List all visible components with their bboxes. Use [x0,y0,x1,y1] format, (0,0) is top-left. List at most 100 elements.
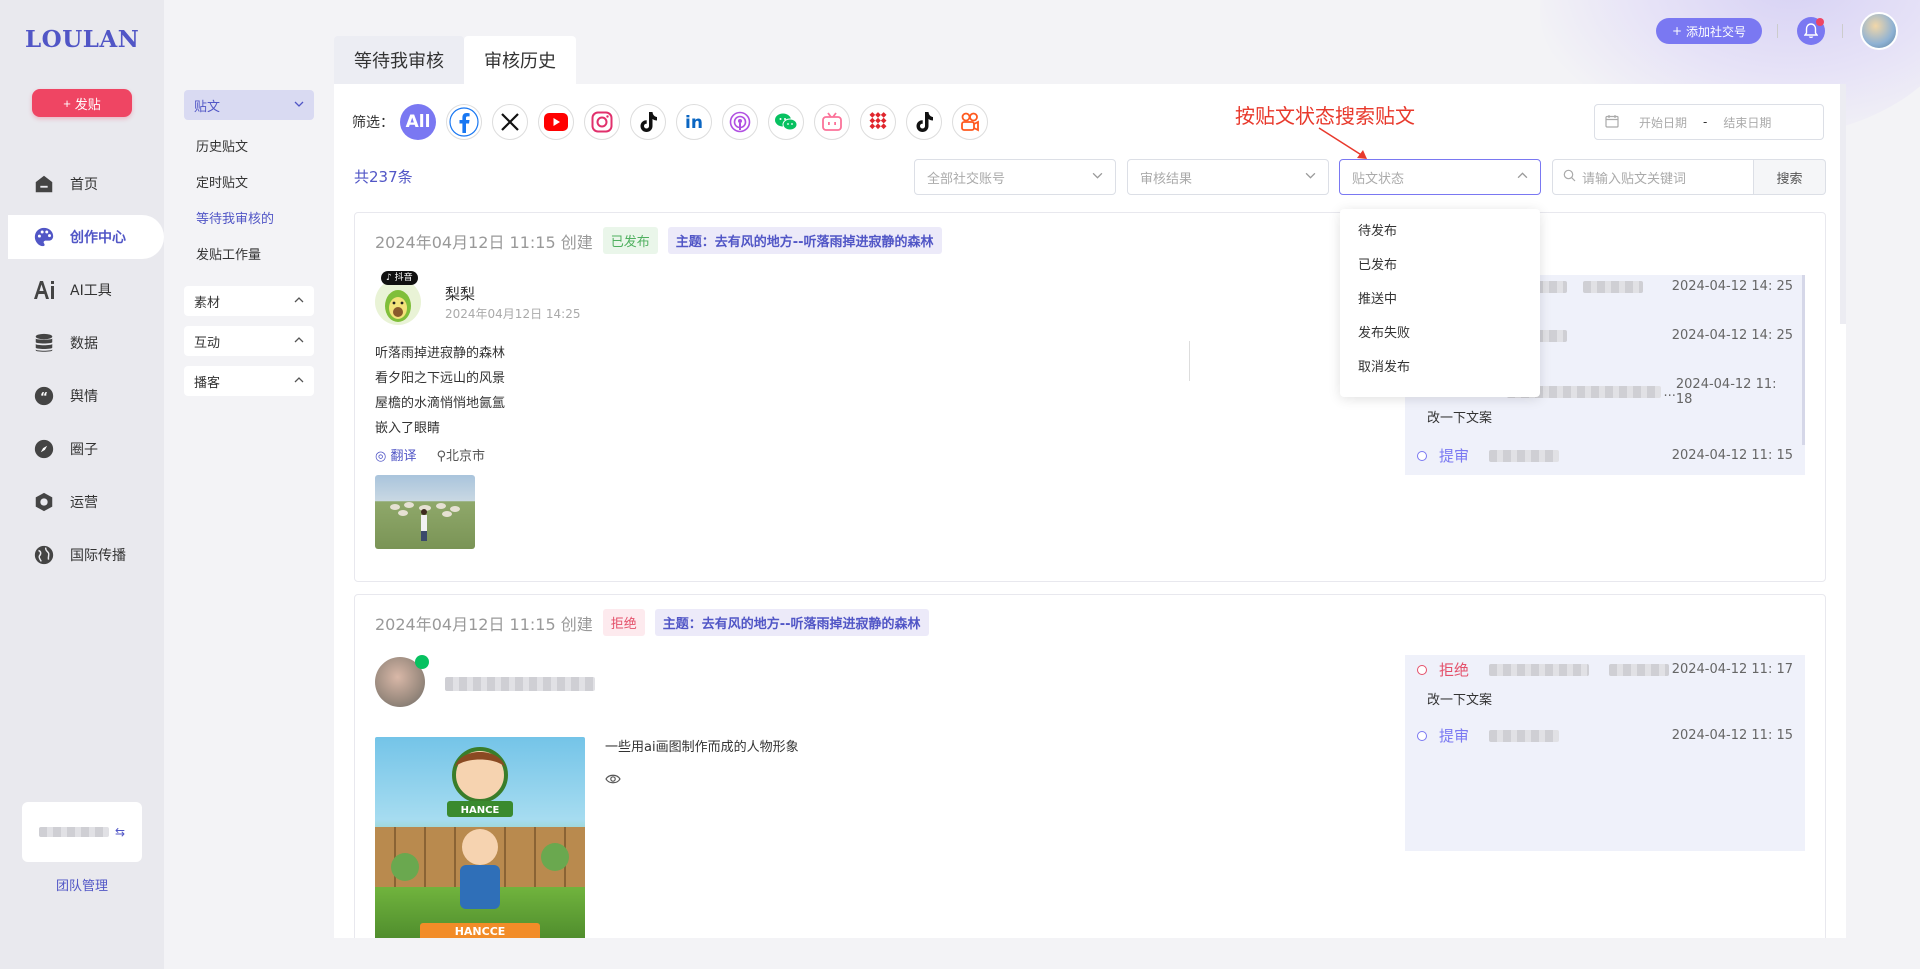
nav-circle[interactable]: 圈子 [0,427,164,471]
status-option-pending[interactable]: 待发布 [1340,215,1540,249]
wechat-icon [415,655,429,669]
add-social-account-button[interactable]: + 添加社交号 [1656,18,1762,44]
post-image[interactable] [375,475,475,549]
tiktok-icon[interactable] [630,104,666,140]
status-option-failed[interactable]: 发布失败 [1340,317,1540,351]
notification-bell-icon[interactable] [1797,17,1825,45]
ai-icon [32,278,56,302]
post-card-header: 2024年04月12日 11:15 创建 拒绝 主题：去有风的地方--听落雨掉进… [375,609,929,636]
divider [1189,341,1190,381]
review-tabs: 等待我审核 审核历史 [334,36,576,84]
status-badge: 已发布 [602,227,658,254]
operation-icon [32,490,56,514]
user-name: 梨梨 [445,285,476,303]
subnav-group-podcast[interactable]: 播客 [184,366,314,396]
x-icon[interactable] [492,104,528,140]
subnav-scheduled-posts[interactable]: 定时贴文 [184,166,314,202]
tab-awaiting-review[interactable]: 等待我审核 [334,36,464,84]
account-select[interactable]: 全部社交账号 [914,159,1116,195]
post-card: 2024年04月12日 11:15 创建 已发布 主题：去有风的地方--听落雨掉… [354,212,1826,582]
tab-review-history[interactable]: 审核历史 [464,36,576,84]
nav-creation-center[interactable]: 创作中心 [8,215,164,259]
wechat-icon[interactable] [768,104,804,140]
globe-icon: ◎ [375,449,387,464]
avatar [375,279,421,325]
instagram-icon[interactable] [584,104,620,140]
status-option-cancelled[interactable]: 取消发布 [1340,351,1540,385]
status-option-pushing[interactable]: 推送中 [1340,283,1540,317]
divider [1777,24,1778,38]
topic-tag[interactable]: 主题：去有风的地方--听落雨掉进寂静的森林 [654,609,929,636]
subnav-awaiting-review[interactable]: 等待我审核的 [184,202,314,238]
user-post-time: 2024年04月12日 14:25 [445,307,581,321]
reviewer-redacted [1489,663,1590,676]
search-icon [1563,169,1576,186]
linkedin-icon[interactable]: in [676,104,712,140]
svg-text:HANCE: HANCE [461,805,500,816]
subnav-group-material[interactable]: 素材 [184,286,314,316]
subnav-group-posts[interactable]: 贴文 [184,90,314,120]
main-sidebar: LOULAN + 发贴 首页 创作中心 AI工具 数据 “ 舆情 圈子 运营 国… [0,0,164,969]
checker-icon[interactable] [860,104,896,140]
translate-link[interactable]: ◎ 翻译 [375,445,417,464]
timeline-note: 改一下文案 [1427,411,1493,426]
nav-sentiment[interactable]: “ 舆情 [0,374,164,418]
youtube-icon[interactable] [538,104,574,140]
main-scrollbar[interactable] [1840,84,1846,324]
notification-dot [1816,18,1824,26]
nav-data[interactable]: 数据 [0,321,164,365]
plus-icon: + [63,95,71,111]
keyword-search-input[interactable]: 请输入贴文关键词 [1552,159,1754,195]
sub-nav: 贴文 历史贴文 定时贴文 等待我审核的 发贴工作量 素材 互动 播客 [184,90,314,406]
nav-operation[interactable]: 运营 [0,480,164,524]
team-name-redacted [38,827,109,837]
user-avatar[interactable] [1860,12,1898,50]
nav-international[interactable]: 国际传播 [0,533,164,577]
eye-icon[interactable] [605,773,621,789]
calendar-icon [1605,114,1619,131]
douyin-icon: ♪ [386,273,392,283]
timeline-entry: 提审 2024-04-12 11: 15 [1417,445,1793,466]
douyin-icon[interactable] [906,104,942,140]
review-result-select[interactable]: 审核结果 [1127,159,1329,195]
status-option-published[interactable]: 已发布 [1340,249,1540,283]
chevron-up-icon [294,374,304,389]
palette-icon [32,225,56,249]
plus-icon: + [1671,24,1683,38]
post-status-select[interactable]: 贴文状态 [1339,159,1541,195]
facebook-icon[interactable] [446,104,482,140]
kuaishou-icon[interactable] [952,104,988,140]
home-icon [32,172,56,196]
reviewer-redacted [1489,449,1560,462]
date-end[interactable]: 结束日期 [1723,114,1771,131]
subnav-group-interact[interactable]: 互动 [184,326,314,356]
post-created-time: 2024年04月12日 11:15 创建 [375,232,593,252]
search-button[interactable]: 搜索 [1754,159,1826,195]
subnav-post-workload[interactable]: 发贴工作量 [184,238,314,274]
nav-home[interactable]: 首页 [0,162,164,206]
bilibili-icon[interactable] [814,104,850,140]
date-range-picker[interactable]: 开始日期 - 结束日期 [1594,104,1824,140]
date-start[interactable]: 开始日期 [1639,114,1687,131]
reviewer-redacted [1489,729,1560,742]
new-post-button[interactable]: + 发贴 [32,89,132,117]
post-content: 听落雨掉进寂静的森林 看夕阳之下远山的风景 屋檐的水滴悄悄地氤氲 嵌入了眼睛 [375,346,506,436]
timeline-dot-icon [1417,730,1427,741]
platform-all[interactable]: All [400,104,436,140]
platform-tag: ♪ 抖音 [381,271,418,285]
podcast-icon[interactable] [722,104,758,140]
team-management-link[interactable]: 团队管理 [0,875,164,894]
nav-ai-tools[interactable]: AI工具 [0,268,164,312]
subnav-history-posts[interactable]: 历史贴文 [184,130,314,166]
image-caption: HANCCE [454,925,506,938]
chevron-up-icon [1517,170,1528,185]
platform-filter: 筛选： All in [352,104,998,140]
topic-tag[interactable]: 主题：去有风的地方--听落雨掉进寂静的森林 [667,227,942,254]
svg-text:in: in [685,113,703,133]
post-status-dropdown: 待发布 已发布 推送中 发布失败 取消发布 [1340,209,1540,397]
divider [1842,24,1843,38]
team-switcher[interactable]: ⇆ [22,802,142,862]
chevron-down-icon [1092,170,1103,185]
timeline-scrollbar[interactable] [1802,275,1805,445]
post-image[interactable]: HANCE HANCCE [375,737,585,938]
